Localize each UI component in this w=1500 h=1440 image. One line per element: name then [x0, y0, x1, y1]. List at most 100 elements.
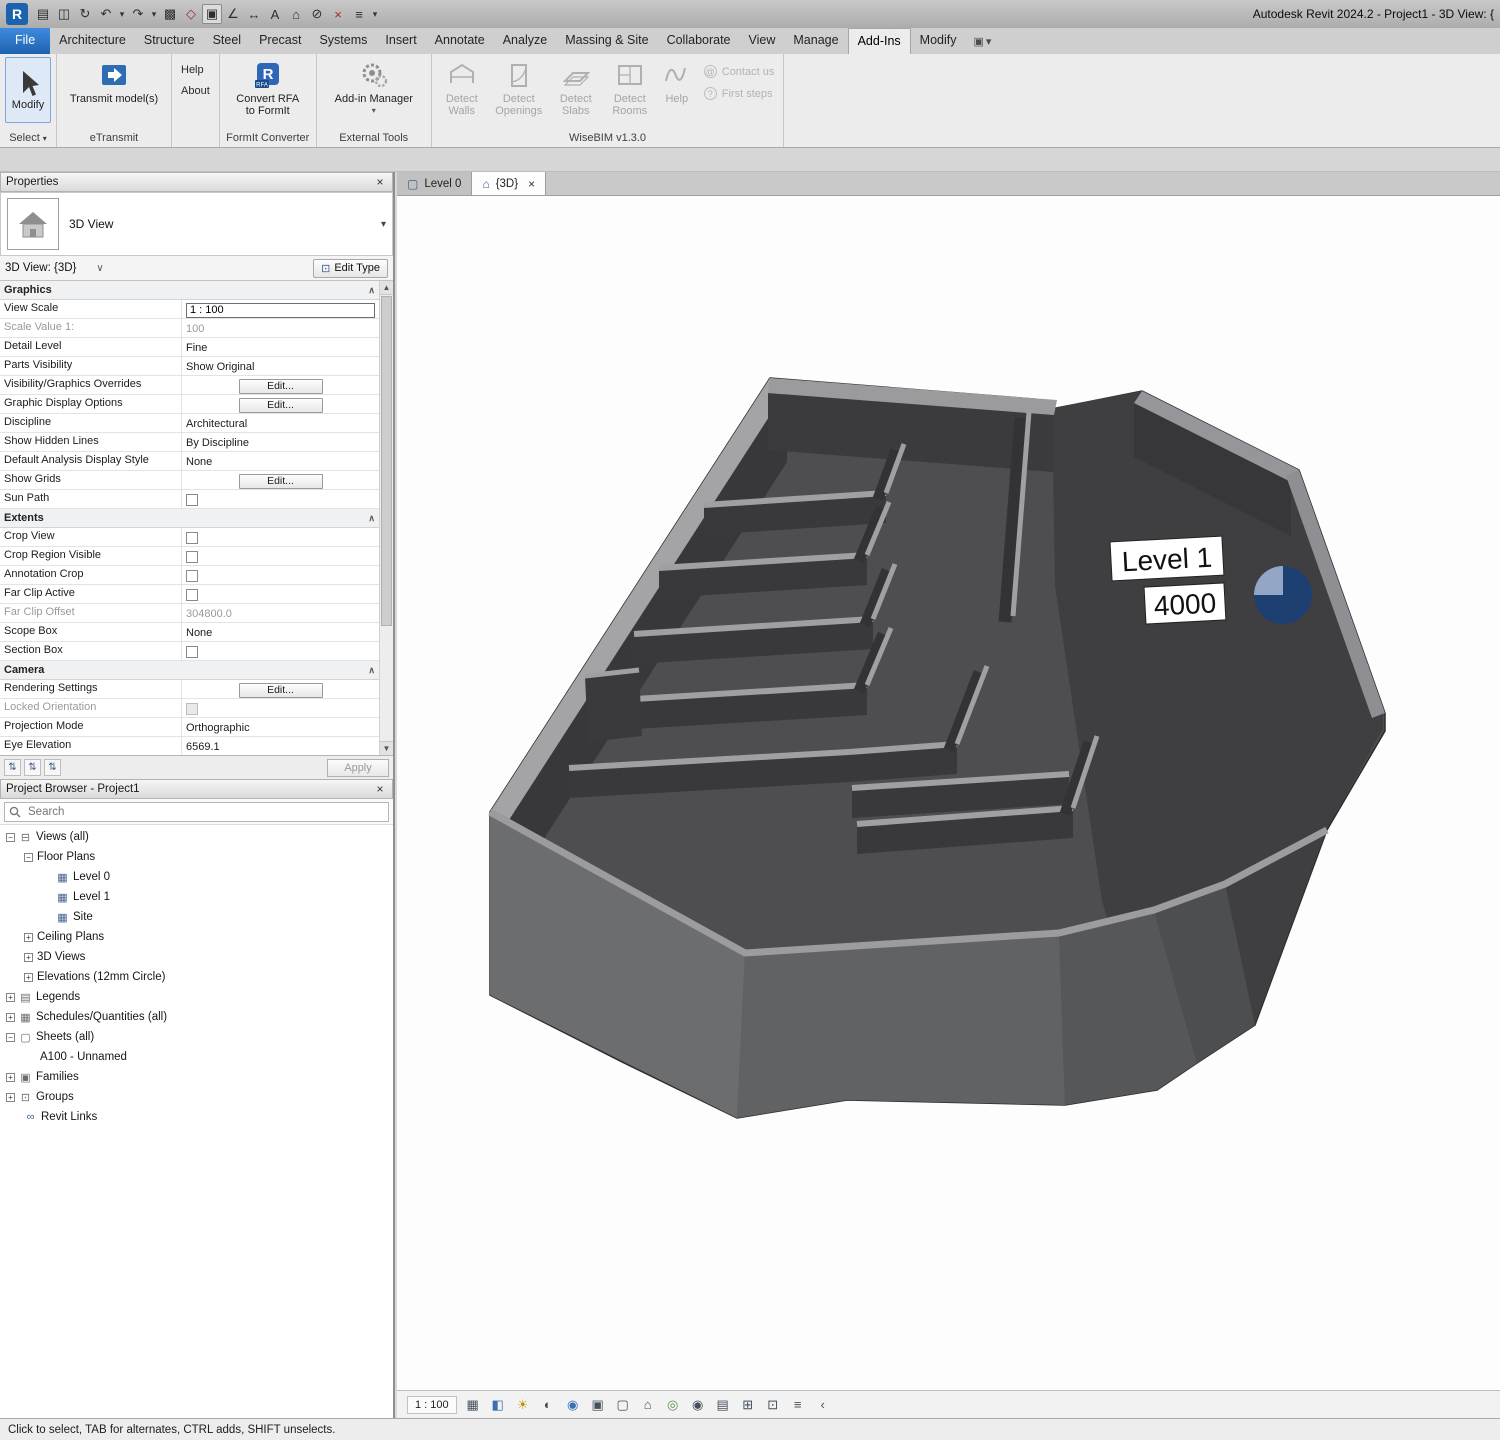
tab-systems[interactable]: Systems — [310, 28, 376, 54]
sort-descending-icon[interactable]: ⇅ — [44, 759, 61, 776]
tab-precast[interactable]: Precast — [250, 28, 310, 54]
scrollbar-thumb[interactable] — [381, 296, 392, 626]
sort-by-group-icon[interactable]: ⇅ — [4, 759, 21, 776]
section-box-checkbox[interactable] — [186, 646, 198, 658]
shadows-icon[interactable]: ◐ — [539, 1397, 557, 1412]
graphic-display-options-edit-button[interactable]: Edit... — [239, 398, 323, 413]
search-input[interactable] — [26, 805, 384, 819]
detect-slabs-button[interactable]: Detect Slabs — [551, 57, 601, 119]
vg-overrides-edit-button[interactable]: Edit... — [239, 379, 323, 394]
level-tag-elevation[interactable]: 4000 — [1153, 587, 1217, 621]
expand-plus-icon[interactable]: + — [24, 973, 33, 982]
type-selector-caret-icon[interactable]: ▾ — [381, 219, 386, 230]
tree-item-sheets[interactable]: − ▢ Sheets (all) — [0, 1027, 393, 1047]
model-3d-view[interactable]: Level 1 4000 — [397, 196, 1500, 1390]
crop-region-visible-checkbox[interactable] — [186, 551, 198, 563]
help-button[interactable]: Help — [177, 63, 214, 77]
collapse-minus-icon[interactable]: − — [24, 853, 33, 862]
tab-modify[interactable]: Modify — [911, 28, 966, 54]
convert-rfa-to-formit-button[interactable]: R RFA Convert RFA to FormIt — [225, 57, 311, 119]
collapse-icon[interactable]: ∧ — [368, 665, 375, 676]
contact-us-link[interactable]: @ Contact us — [704, 65, 775, 78]
tab-structure[interactable]: Structure — [135, 28, 204, 54]
sun-path-icon[interactable]: ☀ — [514, 1397, 532, 1413]
scroll-up-icon[interactable]: ▲ — [380, 281, 393, 295]
section-camera[interactable]: Camera ∧ — [0, 661, 379, 680]
tree-item-a100[interactable]: A100 - Unnamed — [0, 1047, 393, 1067]
thin-lines-icon[interactable]: ≡ — [349, 4, 369, 24]
undo-dropdown-icon[interactable]: ▾ — [117, 9, 127, 20]
type-selector[interactable]: 3D View ▾ — [0, 192, 393, 256]
tree-item-schedules[interactable]: + ▦ Schedules/Quantities (all) — [0, 1007, 393, 1027]
show-hidden-lines-value[interactable]: By Discipline — [182, 433, 379, 451]
drawing-area[interactable]: Level 1 4000 — [397, 196, 1500, 1390]
tree-item-ceiling-plans[interactable]: + Ceiling Plans — [0, 927, 393, 947]
section-extents[interactable]: Extents ∧ — [0, 509, 379, 528]
view-tab-level-0[interactable]: ▢ Level 0 — [397, 172, 472, 195]
browser-search[interactable] — [4, 802, 389, 822]
customize-qat-icon[interactable]: ▾ — [370, 9, 380, 20]
section-icon[interactable]: ⊘ — [307, 4, 327, 24]
view-tab-3d[interactable]: ⌂ {3D} × — [472, 172, 546, 195]
tab-manage[interactable]: Manage — [784, 28, 847, 54]
tab-architecture[interactable]: Architecture — [50, 28, 135, 54]
home-view-icon[interactable]: ⌂ — [286, 4, 306, 24]
sync-with-central-icon[interactable]: ↻ — [75, 4, 95, 24]
scroll-down-icon[interactable]: ▼ — [380, 741, 393, 755]
crop-view-checkbox[interactable] — [186, 532, 198, 544]
collapse-minus-icon[interactable]: − — [6, 1033, 15, 1042]
tree-item-groups[interactable]: + ⊡ Groups — [0, 1087, 393, 1107]
tree-item-level-0[interactable]: ▦ Level 0 — [0, 867, 393, 887]
viewbar-collapse-icon[interactable]: ‹ — [814, 1397, 832, 1412]
view-scale-button[interactable]: 1 : 100 — [407, 1396, 457, 1414]
expand-plus-icon[interactable]: + — [24, 933, 33, 942]
default-analysis-value[interactable]: None — [182, 452, 379, 470]
properties-header[interactable]: Properties × — [0, 172, 393, 192]
sun-path-checkbox[interactable] — [186, 494, 198, 506]
tab-steel[interactable]: Steel — [204, 28, 251, 54]
tab-insert[interactable]: Insert — [376, 28, 425, 54]
expand-plus-icon[interactable]: + — [6, 1013, 15, 1022]
show-grids-edit-button[interactable]: Edit... — [239, 474, 323, 489]
add-in-manager-caret-icon[interactable]: ▾ — [372, 105, 376, 117]
tab-view[interactable]: View — [740, 28, 785, 54]
rendering-dialog-icon[interactable]: ◉ — [564, 1397, 582, 1413]
show-crop-region-icon[interactable]: ▢ — [614, 1397, 632, 1413]
tab-annotate[interactable]: Annotate — [426, 28, 494, 54]
modify-button[interactable]: Modify — [5, 57, 51, 123]
scope-box-value[interactable]: None — [182, 623, 379, 641]
eye-elevation-value[interactable]: 6569.1 — [182, 737, 379, 755]
unlocked-view-icon[interactable]: ⌂ — [639, 1397, 657, 1412]
tree-item-3d-views[interactable]: + 3D Views — [0, 947, 393, 967]
highlight-displacement-icon[interactable]: ⊡ — [764, 1397, 782, 1413]
section-graphics[interactable]: Graphics ∧ — [0, 281, 379, 300]
collapse-icon[interactable]: ∧ — [368, 513, 375, 524]
transmit-models-button[interactable]: Transmit model(s) — [62, 57, 166, 107]
filter-chevron-icon[interactable]: ∨ — [96, 263, 103, 274]
ribbon-display-toggle-icon[interactable]: ▣ — [974, 35, 984, 48]
properties-close-icon[interactable]: × — [373, 175, 387, 189]
tree-item-revit-links[interactable]: ∞ Revit Links — [0, 1107, 393, 1127]
wisebim-help-button[interactable]: Help — [659, 57, 695, 107]
expand-plus-icon[interactable]: + — [6, 1093, 15, 1102]
measure-icon[interactable]: ∠ — [223, 4, 243, 24]
tree-item-elevations[interactable]: + Elevations (12mm Circle) — [0, 967, 393, 987]
redo-dropdown-icon[interactable]: ▾ — [149, 9, 159, 20]
add-in-manager-button[interactable]: Add-in Manager ▾ — [322, 57, 426, 119]
redo-icon[interactable]: ↷ — [128, 4, 148, 24]
detect-rooms-button[interactable]: Detect Rooms — [604, 57, 656, 119]
tab-analyze[interactable]: Analyze — [494, 28, 556, 54]
close-hidden-windows-icon[interactable]: × — [328, 4, 348, 24]
discipline-value[interactable]: Architectural — [182, 414, 379, 432]
expand-plus-icon[interactable]: + — [6, 993, 15, 1002]
print-icon[interactable]: ▩ — [160, 4, 180, 24]
project-browser-close-icon[interactable]: × — [373, 782, 387, 796]
properties-scrollbar[interactable]: ▲ ▼ — [379, 281, 393, 755]
projection-mode-value[interactable]: Orthographic — [182, 718, 379, 736]
reveal-constraints-icon[interactable]: ≡ — [789, 1397, 807, 1412]
parts-visibility-value[interactable]: Show Original — [182, 357, 379, 375]
tag-by-category-icon[interactable]: ◇ — [181, 4, 201, 24]
locked-orientation-checkbox[interactable] — [186, 703, 198, 715]
close-view-tab-icon[interactable]: × — [528, 177, 535, 191]
tree-item-legends[interactable]: + ▤ Legends — [0, 987, 393, 1007]
